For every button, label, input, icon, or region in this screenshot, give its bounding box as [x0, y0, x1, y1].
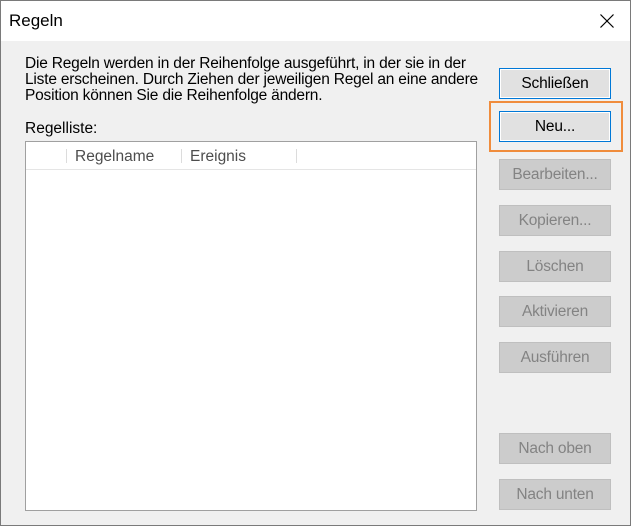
column-header-event[interactable]: Ereignis	[190, 148, 246, 166]
move-down-button[interactable]: Nach unten	[499, 479, 611, 510]
run-rule-button[interactable]: Ausführen	[499, 342, 611, 373]
column-header-rule-name[interactable]: Regelname	[75, 148, 154, 166]
copy-rule-button[interactable]: Kopieren...	[499, 205, 611, 236]
close-icon	[600, 14, 614, 28]
column-divider[interactable]	[66, 149, 67, 163]
close-window-button[interactable]	[584, 1, 630, 41]
window-title: Regeln	[9, 11, 63, 30]
rules-dialog: Regeln Die Regeln werden in der Reihenfo…	[0, 0, 631, 526]
instructions-text: Die Regeln werden in der Reihenfolge aus…	[25, 55, 478, 104]
delete-rule-button[interactable]: Löschen	[499, 251, 611, 282]
rule-list-header: Regelname Ereignis	[26, 142, 476, 170]
activate-rule-button[interactable]: Aktivieren	[499, 296, 611, 327]
column-divider[interactable]	[181, 149, 182, 163]
rule-list-label: Regelliste:	[25, 120, 98, 137]
edit-rule-button[interactable]: Bearbeiten...	[499, 159, 611, 190]
title-bar[interactable]: Regeln	[1, 1, 630, 41]
close-button[interactable]: Schließen	[499, 68, 611, 99]
rule-list[interactable]: Regelname Ereignis	[25, 141, 477, 511]
move-up-button[interactable]: Nach oben	[499, 433, 611, 464]
new-rule-button[interactable]: Neu...	[499, 111, 611, 142]
column-divider[interactable]	[296, 149, 297, 163]
